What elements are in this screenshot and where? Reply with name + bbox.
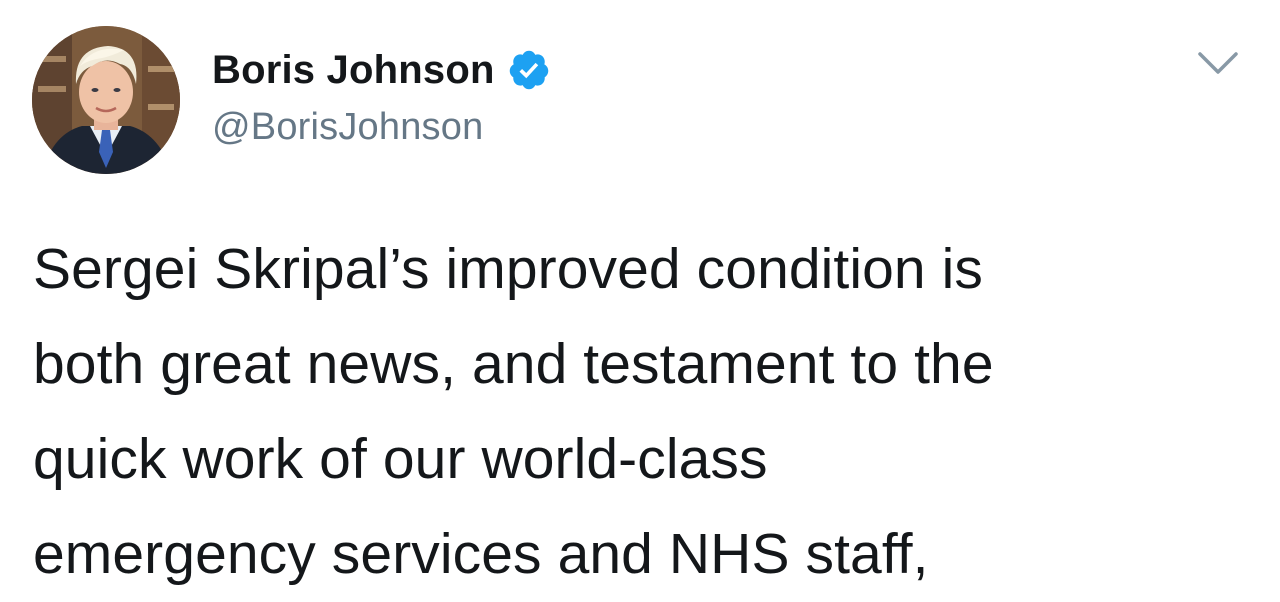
author-display-name[interactable]: Boris Johnson (212, 48, 495, 93)
tweet-card: Boris Johnson @BorisJohnson Sergei Skrip… (0, 0, 1280, 591)
tweet-text-line: both great news, and testament to the (33, 332, 994, 396)
tweet-text-line: emergency services and NHS staff, (33, 522, 929, 586)
author-avatar[interactable] (32, 26, 180, 174)
avatar-photo-icon (32, 26, 180, 174)
tweet-text: Sergei Skripal’s improved condition is b… (33, 222, 1263, 602)
verified-badge-icon (507, 48, 551, 92)
author-handle[interactable]: @BorisJohnson (212, 106, 483, 149)
tweet-text-line: quick work of our world-class (33, 427, 768, 491)
author-name-row[interactable]: Boris Johnson (212, 44, 551, 96)
tweet-text-line: Sergei Skripal’s improved condition is (33, 237, 984, 301)
chevron-down-icon[interactable] (1196, 48, 1240, 78)
